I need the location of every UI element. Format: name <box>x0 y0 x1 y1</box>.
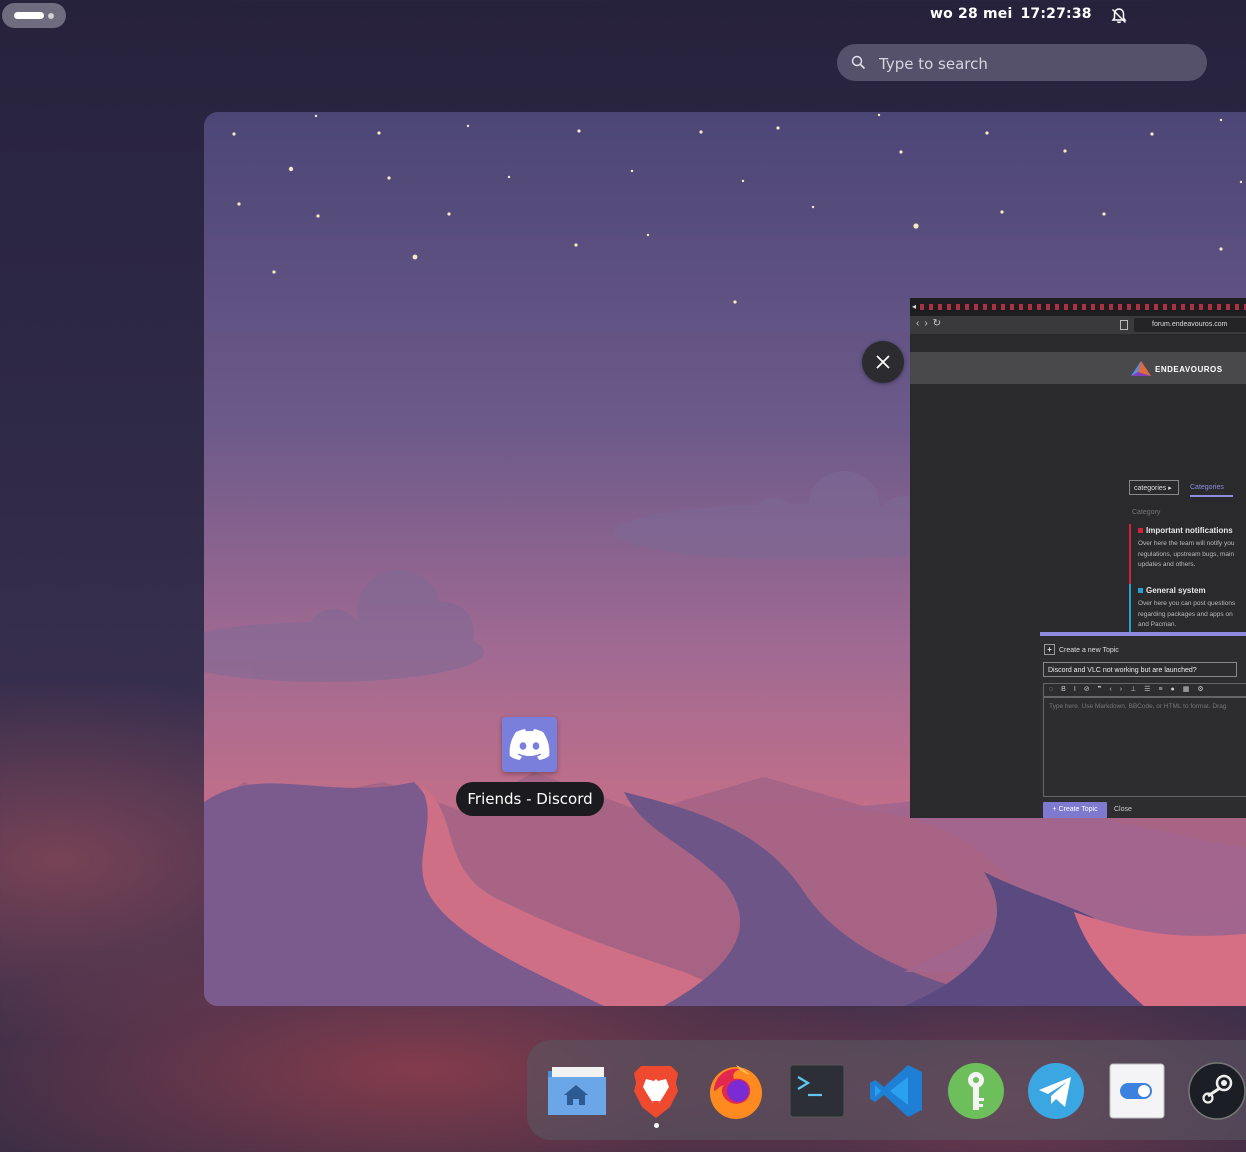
topic-composer: + Create a new Topic Discord and VLC not … <box>1040 632 1246 818</box>
tab-strip-icon: ◂ <box>912 302 917 311</box>
workspace-active-indicator <box>14 12 44 19</box>
browser-tab-strip: ◂ <box>910 298 1246 316</box>
topic-editor: Type here. Use Markdown, BBCode, or HTML… <box>1043 697 1246 797</box>
discord-app-icon[interactable] <box>502 717 557 772</box>
search-icon <box>851 55 866 70</box>
telegram-icon[interactable] <box>1026 1061 1086 1121</box>
bookmark-icon <box>1120 320 1128 330</box>
create-topic-label: Create Topic <box>1058 806 1098 813</box>
running-indicator <box>654 1123 659 1128</box>
categories-tab: Categories <box>1190 480 1233 497</box>
browser-window-thumbnail[interactable]: ◂ ‹›↻ forum.endeavouros.com ENDEAVOUROS … <box>910 298 1246 818</box>
category-column-label: Category <box>1132 509 1161 516</box>
category-title: Important notifications <box>1146 526 1233 535</box>
topic-title-field: Discord and VLC not working but are laun… <box>1043 662 1237 677</box>
address-bar: forum.endeavouros.com <box>1134 318 1246 332</box>
category-description-line: regulations, upstream bugs, main <box>1138 550 1235 558</box>
categories-dropdown: categories ▸ <box>1129 480 1179 495</box>
category-description-line: updates and others. <box>1138 561 1196 568</box>
plus-icon: + <box>1044 644 1055 655</box>
category-color-icon <box>1138 528 1143 533</box>
keepassxc-icon[interactable] <box>946 1061 1006 1121</box>
search-input[interactable] <box>877 44 1181 83</box>
clock-time: 17:27:38 <box>1020 6 1092 22</box>
workspace-inactive-indicator <box>48 13 54 19</box>
categories-dropdown-label: categories <box>1134 485 1167 492</box>
activities-button[interactable] <box>2 3 66 28</box>
search-bar[interactable] <box>837 44 1207 83</box>
steam-icon[interactable] <box>1186 1061 1246 1121</box>
create-topic-button: + Create Topic <box>1043 802 1107 818</box>
browser-tabs <box>920 304 1246 310</box>
category-description-line: regarding packages and apps on <box>1138 610 1233 618</box>
home-folder-icon[interactable] <box>546 1061 606 1121</box>
tweaks-toggle-icon[interactable] <box>1106 1061 1166 1121</box>
browser-toolbar: ‹›↻ forum.endeavouros.com <box>910 316 1246 334</box>
terminal-icon[interactable] <box>786 1061 846 1121</box>
notifications-muted-icon[interactable] <box>1110 7 1128 25</box>
logo-text: ENDEAVOUROS <box>1155 365 1223 374</box>
close-composer-button: Close <box>1114 806 1132 813</box>
close-icon <box>876 355 890 369</box>
category-description-line: and Pacman. <box>1138 621 1177 628</box>
composer-header: Create a new Topic <box>1059 647 1119 654</box>
window-title-label: Friends - Discord <box>456 782 604 816</box>
category-description-line: Over here the team will notify you <box>1138 540 1235 547</box>
clock[interactable]: wo 28 mei 17:27:38 <box>930 6 1100 22</box>
forum-header: ENDEAVOUROS <box>910 352 1246 384</box>
close-window-button[interactable] <box>862 341 904 383</box>
clock-date: wo 28 mei <box>930 6 1013 22</box>
vscode-icon[interactable] <box>866 1061 926 1121</box>
endeavouros-logo-icon <box>1131 361 1151 376</box>
top-bar: wo 28 mei 17:27:38 <box>0 0 1246 32</box>
category-title: General system <box>1146 586 1206 595</box>
category-description-line: Over here you can post questions <box>1138 600 1236 607</box>
category-color-icon <box>1138 588 1143 593</box>
firefox-icon[interactable] <box>706 1061 766 1121</box>
category-important-notifications: Important notifications Over here the te… <box>1129 524 1246 584</box>
brave-browser-icon[interactable] <box>626 1061 686 1121</box>
nav-arrows-icon: ‹›↻ <box>916 318 947 329</box>
editor-toolbar-icons: ◌BI⊘❞‹›⊥☰≡●▦⚙ <box>1043 683 1246 697</box>
discord-icon <box>509 729 550 760</box>
